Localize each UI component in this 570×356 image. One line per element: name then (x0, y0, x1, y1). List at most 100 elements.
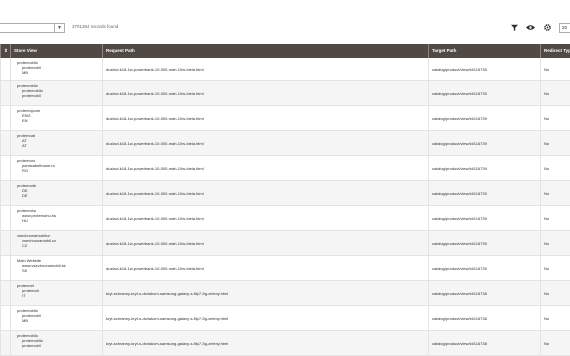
gear-icon[interactable] (543, 23, 552, 32)
table-row[interactable]: protemojcom ENG EN duzlavi-k18-1w-powerbank… (0, 106, 570, 131)
store-view-cell: Main Website www.vsechnonamobil.sk SK (10, 256, 102, 280)
request-path-cell: duzlavi-k18-1w-powerbank-10-000-mah-10w-… (102, 231, 428, 255)
request-path-cell: duzlavi-k18-1w-powerbank-10-000-mah-10w-… (102, 181, 428, 205)
select-column-header[interactable]: ⇕ (0, 44, 10, 58)
request-path-cell: duzlavi-k18-1w-powerbank-10-000-mah-10w-… (102, 156, 428, 180)
request-path-cell: duzlavi-k18-1w-powerbank-10-000-mah-10w-… (102, 256, 428, 280)
table-row[interactable]: protemoat AT AT duzlavi-k18-1w-powerbank-10… (0, 131, 570, 156)
grid-header: ⇕ Store View Request Path Target Path Re… (0, 44, 570, 58)
row-checkbox-cell[interactable] (0, 106, 10, 130)
store-view-cell: protemobilo protemobilo protemobil (10, 81, 102, 105)
target-path-cell: catalog/product/view/id/116739 (428, 181, 540, 205)
target-path-cell: catalog/product/view/id/116739 (428, 206, 540, 230)
store-view-line: protemobil (22, 343, 41, 349)
target-path-cell: catalog/product/view/id/116739 (428, 81, 540, 105)
redirect-type-cell: No (540, 206, 570, 230)
store-view-line: HU (22, 218, 28, 224)
table-row[interactable]: protemobilo protemobilo protemobil duzlavi-… (0, 81, 570, 106)
request-path-cell: duzlavi-k18-1w-powerbank-10-000-mah-10w-… (102, 81, 428, 105)
row-checkbox-cell[interactable] (0, 156, 10, 180)
filter-icon[interactable] (510, 23, 519, 32)
request-path-cell: duzlavi-k18-1w-powerbank-10-000-mah-10w-… (102, 131, 428, 155)
header-target-path[interactable]: Target Path (428, 44, 540, 58)
header-request-path[interactable]: Request Path (102, 44, 428, 58)
target-path-cell: catalog/product/view/id/116739 (428, 106, 540, 130)
table-row[interactable]: protemohu www.protemohu.hu HU duzlavi-k18-1… (0, 206, 570, 231)
table-row[interactable]: protemoro pamicabelfoane.ro RO duzlavi-k18-… (0, 156, 570, 181)
target-path-cell: catalog/product/view/id/116738 (428, 281, 540, 305)
per-page-input[interactable]: 20 (559, 23, 570, 33)
grid-body: protemobilo protemobil MB duzlavi-k18-1w-po… (0, 58, 570, 356)
request-path-cell: kryt-schranny-kryt-s-drziakom-samsung-ga… (102, 306, 428, 330)
eye-icon[interactable] (526, 23, 535, 32)
redirect-type-cell: No (540, 181, 570, 205)
store-view-line: MB (22, 318, 28, 324)
redirect-type-cell: No (540, 81, 570, 105)
target-path-cell: catalog/product/view/id/116738 (428, 306, 540, 330)
target-path-cell: catalog/product/view/id/116739 (428, 156, 540, 180)
request-path-cell: duzlavi-k18-1w-powerbank-10-000-mah-10w-… (102, 206, 428, 230)
store-view-cell: protemobilo protemobil MB (10, 58, 102, 80)
store-view-line: CZ (22, 243, 28, 249)
row-checkbox-cell[interactable] (0, 181, 10, 205)
store-view-cell: protemojcom ENG EN (10, 106, 102, 130)
store-view-cell: protemoat AT AT (10, 131, 102, 155)
target-path-cell: catalog/product/view/id/116739 (428, 256, 540, 280)
store-view-cell: protemobilo protemobil MB (10, 306, 102, 330)
row-checkbox-cell[interactable] (0, 58, 10, 80)
store-view-cell: vsechnonamobilcz vsechnonamobil.cz CZ (10, 231, 102, 255)
target-path-cell: catalog/product/view/id/116739 (428, 58, 540, 80)
table-row[interactable]: vsechnonamobilcz vsechnonamobil.cz CZ duzla… (0, 231, 570, 256)
redirect-type-cell: No (540, 281, 570, 305)
header-redirect-type[interactable]: Redirect Type (540, 44, 570, 58)
redirect-type-cell: No (540, 231, 570, 255)
row-checkbox-cell[interactable] (0, 256, 10, 280)
table-row[interactable]: protemode DE DE duzlavi-k18-1w-powerbank-10… (0, 181, 570, 206)
store-view-cell: protemoit protemoit IT (10, 281, 102, 305)
store-view-line: EN (22, 118, 28, 124)
target-path-cell: catalog/product/view/id/116738 (428, 331, 540, 355)
store-view-cell: protemohu www.protemohu.hu HU (10, 206, 102, 230)
redirect-type-cell: No (540, 131, 570, 155)
chevron-down-icon[interactable]: ▼ (54, 24, 64, 32)
redirect-type-cell: No (540, 306, 570, 330)
request-path-cell: kryt-schranny-kryt-s-drziakom-samsung-ga… (102, 331, 428, 355)
url-rewrite-grid: ⇕ Store View Request Path Target Path Re… (0, 44, 570, 356)
target-path-cell: catalog/product/view/id/116739 (428, 131, 540, 155)
actions-select[interactable]: ▼ (0, 23, 65, 33)
store-view-line: IT (22, 293, 26, 299)
request-path-cell: duzlavi-k18-1w-powerbank-10-000-mah-10w-… (102, 106, 428, 130)
row-checkbox-cell[interactable] (0, 306, 10, 330)
request-path-cell: kryt-schranny-kryt-s-drziakom-samsung-ga… (102, 281, 428, 305)
redirect-type-cell: No (540, 331, 570, 355)
table-row[interactable]: protemobilo protemobil MB duzlavi-k18-1w-po… (0, 58, 570, 81)
store-view-line: AT (22, 143, 27, 149)
row-checkbox-cell[interactable] (0, 331, 10, 355)
store-view-cell: protemobilo protemobilo protemobil (10, 331, 102, 355)
grid-toolbar: ▼ 3701354 records found 20 (0, 0, 570, 44)
row-checkbox-cell[interactable] (0, 281, 10, 305)
store-view-line: DE (22, 193, 28, 199)
store-view-line: RO (22, 168, 28, 174)
store-view-cell: protemoro pamicabelfoane.ro RO (10, 156, 102, 180)
request-path-cell: duzlavi-k18-1w-powerbank-10-000-mah-10w-… (102, 58, 428, 80)
row-checkbox-cell[interactable] (0, 81, 10, 105)
records-found-count: 3701354 records found (72, 24, 119, 29)
target-path-cell: catalog/product/view/id/116739 (428, 231, 540, 255)
redirect-type-cell: No (540, 156, 570, 180)
redirect-type-cell: No (540, 58, 570, 80)
table-row[interactable]: protemoit protemoit IT kryt-schranny-kryt-s… (0, 281, 570, 306)
store-view-line: SK (22, 268, 28, 274)
store-view-cell: protemode DE DE (10, 181, 102, 205)
row-checkbox-cell[interactable] (0, 131, 10, 155)
row-checkbox-cell[interactable] (0, 231, 10, 255)
store-view-line: MB (22, 70, 28, 76)
table-row[interactable]: Main Website www.vsechnonamobil.sk SK duzla… (0, 256, 570, 281)
redirect-type-cell: No (540, 256, 570, 280)
redirect-type-cell: No (540, 106, 570, 130)
store-view-line: protemobil (22, 93, 41, 99)
header-store-view[interactable]: Store View (10, 44, 102, 58)
row-checkbox-cell[interactable] (0, 206, 10, 230)
table-row[interactable]: protemobilo protemobilo protemobil kryt-sch… (0, 331, 570, 356)
table-row[interactable]: protemobilo protemobil MB kryt-schranny-kry… (0, 306, 570, 331)
